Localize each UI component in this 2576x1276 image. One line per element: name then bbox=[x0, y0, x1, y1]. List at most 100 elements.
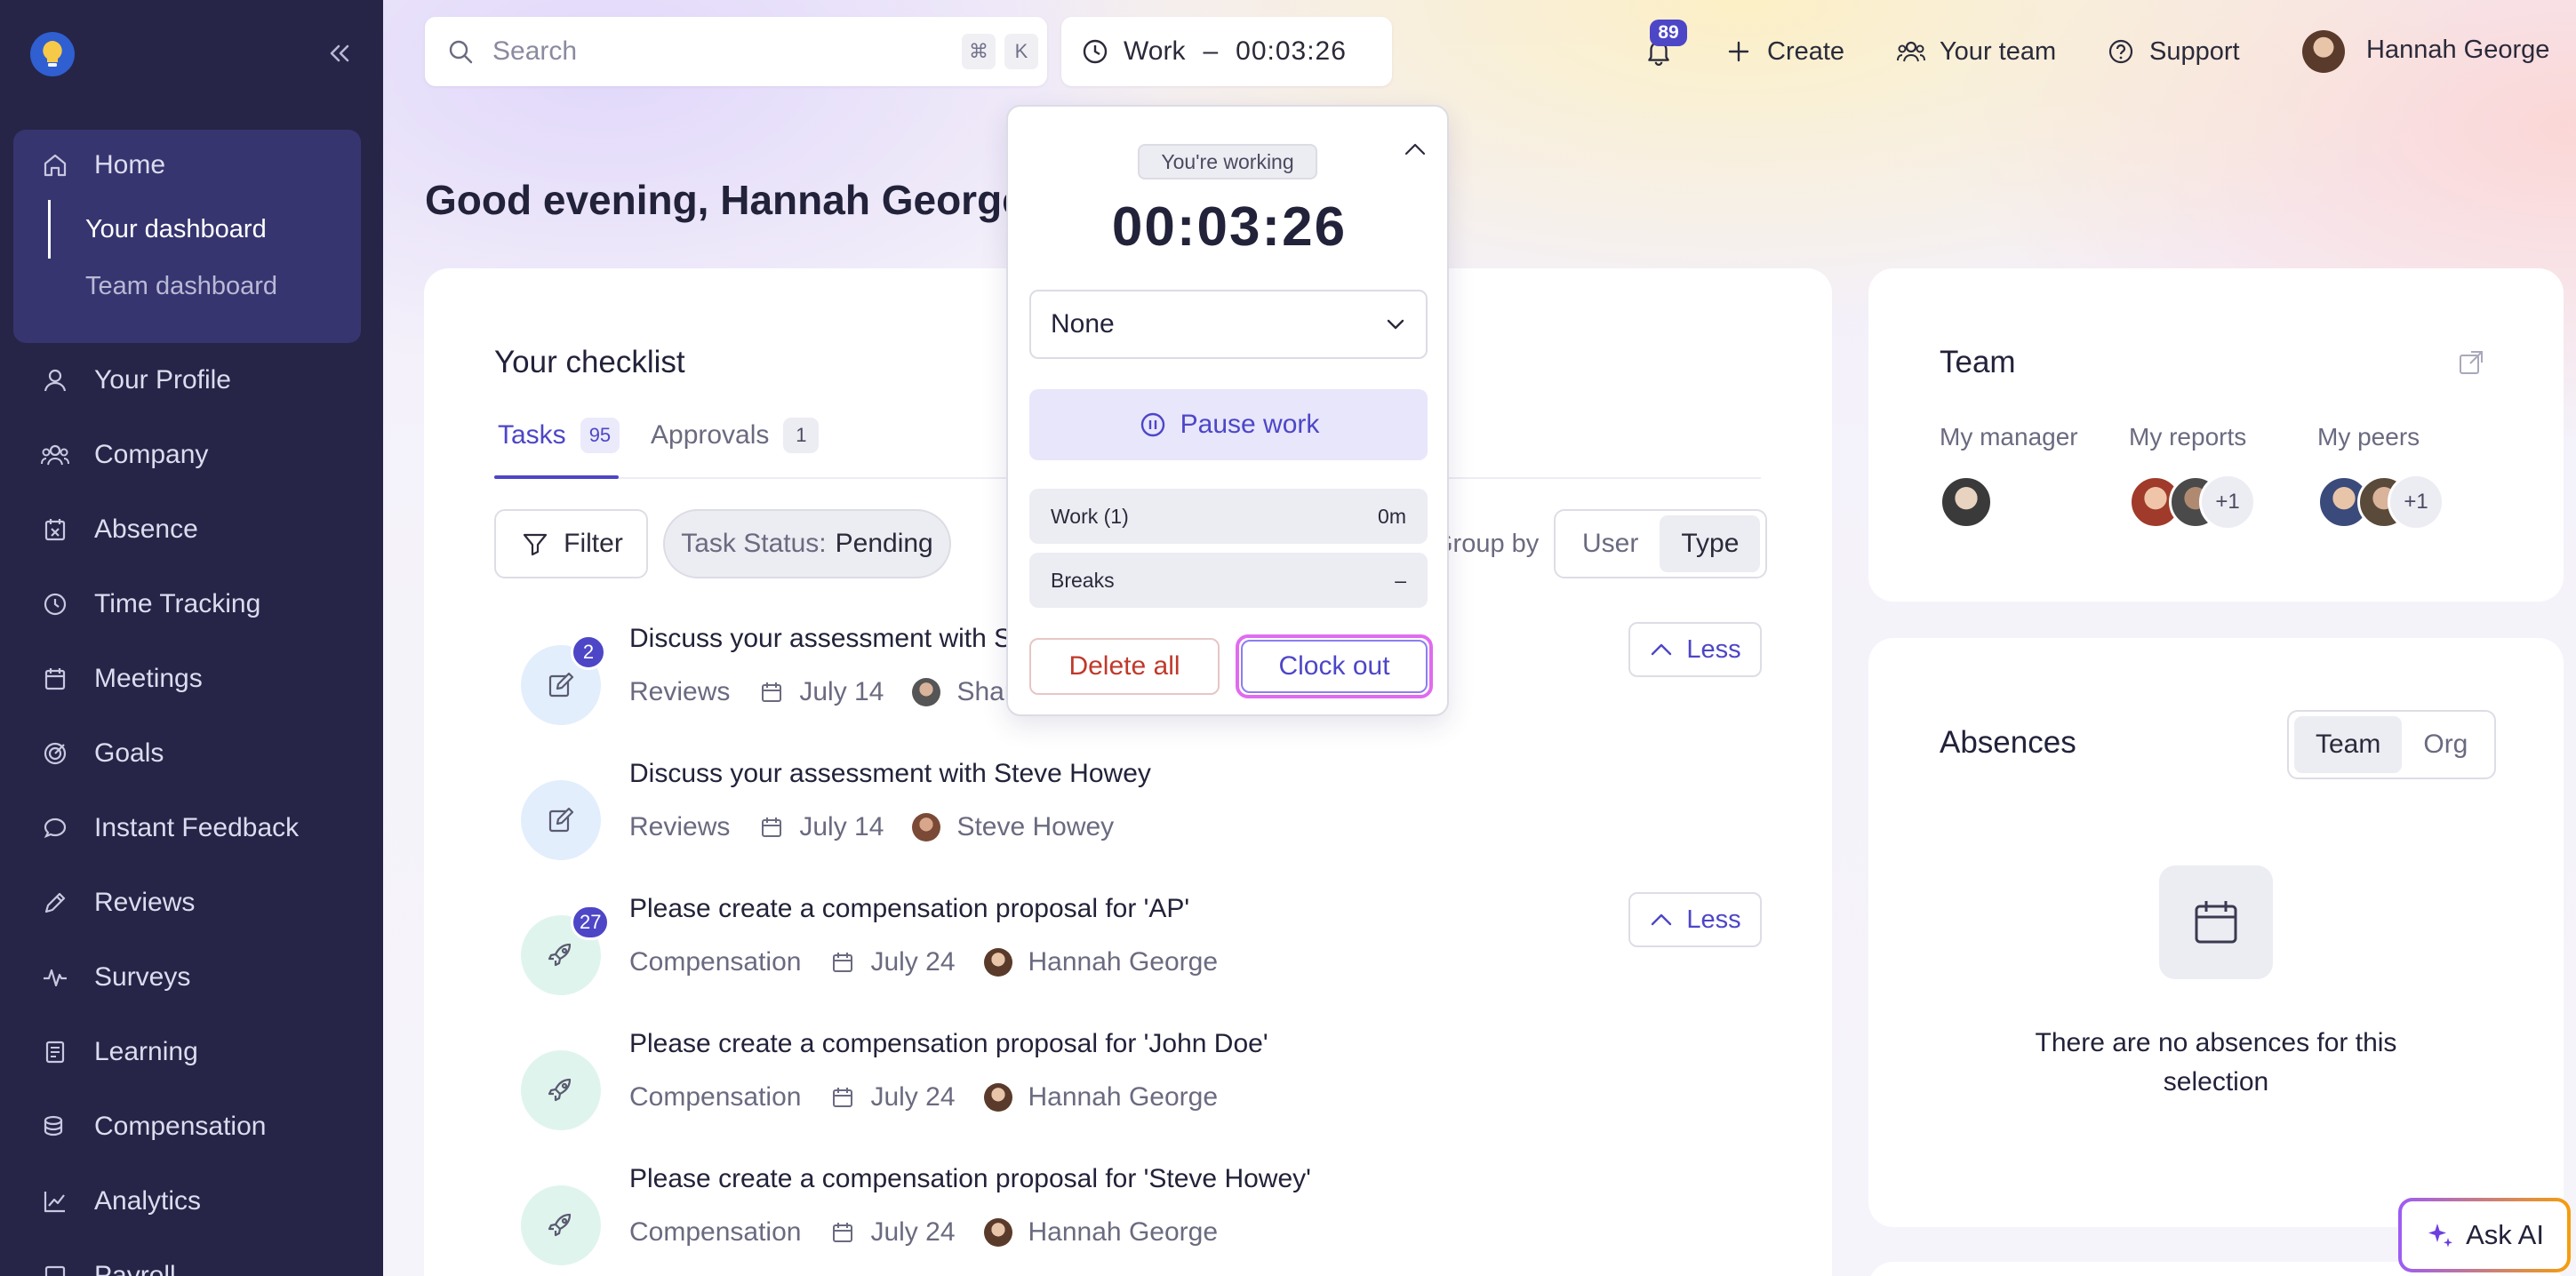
sidebar-item-label: Learning bbox=[94, 1037, 198, 1066]
collapse-popover-button[interactable] bbox=[1399, 133, 1431, 165]
task-status-filter-chip[interactable]: Task Status: Pending bbox=[663, 509, 951, 578]
task-title[interactable]: Discuss your assessment with Sh bbox=[629, 624, 1027, 654]
more-reports-badge[interactable]: +1 bbox=[2199, 474, 2256, 530]
sidebar-item-label: Meetings bbox=[94, 664, 203, 693]
chevron-up-icon bbox=[1404, 143, 1426, 156]
project-select[interactable]: None bbox=[1029, 290, 1428, 359]
collapse-sidebar-button[interactable] bbox=[322, 36, 357, 71]
filter-icon bbox=[519, 528, 551, 560]
app-logo[interactable] bbox=[30, 32, 75, 76]
rocket-icon bbox=[548, 1078, 572, 1102]
task-row[interactable]: Discuss your assessment with Steve Howey… bbox=[521, 759, 1765, 874]
tab-tasks[interactable]: Tasks 95 bbox=[498, 418, 620, 453]
sidebar-item-learning[interactable]: Learning bbox=[39, 1031, 198, 1073]
task-title[interactable]: Discuss your assessment with Steve Howey bbox=[629, 759, 1151, 789]
pause-work-label: Pause work bbox=[1180, 410, 1320, 439]
active-sub-indicator bbox=[48, 200, 51, 259]
task-row[interactable]: Please create a compensation proposal fo… bbox=[521, 1029, 1765, 1144]
task-count-badge: 27 bbox=[571, 905, 611, 940]
ask-ai-label: Ask AI bbox=[2466, 1219, 2544, 1250]
your-team-button[interactable]: Your team bbox=[1895, 30, 2056, 73]
sidebar-item-time-tracking[interactable]: Time Tracking bbox=[39, 583, 260, 626]
pause-circle-icon bbox=[1138, 410, 1168, 440]
task-date: July 14 bbox=[799, 677, 884, 706]
delete-all-button[interactable]: Delete all bbox=[1029, 638, 1220, 695]
external-link-icon[interactable] bbox=[2455, 347, 2487, 379]
sidebar-item-analytics[interactable]: Analytics bbox=[39, 1180, 201, 1223]
chevron-down-icon bbox=[1387, 319, 1404, 330]
clock-out-button[interactable]: Clock out bbox=[1236, 634, 1433, 698]
rocket-icon bbox=[548, 1213, 572, 1237]
sidebar-item-surveys[interactable]: Surveys bbox=[39, 956, 190, 999]
task-meta: Reviews July 14 Shan bbox=[629, 677, 1020, 707]
group-by-type-option[interactable]: Type bbox=[1660, 515, 1761, 572]
task-meta: Reviews July 14 Steve Howey bbox=[629, 812, 1114, 842]
sidebar-item-payroll[interactable]: Payroll bbox=[39, 1255, 176, 1276]
sidebar-item-home[interactable]: Home bbox=[39, 144, 165, 187]
sidebar-item-your-profile[interactable]: Your Profile bbox=[39, 359, 231, 402]
status-chip-key: Task Status: bbox=[681, 529, 827, 558]
person-avatar bbox=[983, 1083, 1012, 1112]
working-status-badge: You're working bbox=[1138, 144, 1317, 179]
work-timer-button[interactable]: Work – 00:03:26 bbox=[1061, 17, 1392, 86]
timer-label: Work bbox=[1124, 36, 1186, 66]
support-button[interactable]: Support bbox=[2105, 30, 2240, 73]
row-label: Breaks bbox=[1051, 568, 1115, 592]
notification-count-badge: 89 bbox=[1650, 20, 1687, 46]
my-peers-label: My peers bbox=[2317, 423, 2420, 451]
create-button[interactable]: Create bbox=[1723, 30, 1844, 73]
task-meta: Compensation July 24 Hannah George bbox=[629, 1082, 1218, 1113]
pause-work-button[interactable]: Pause work bbox=[1029, 389, 1428, 460]
tab-label: Approvals bbox=[651, 420, 770, 450]
calendar-icon bbox=[829, 1084, 856, 1111]
manager-avatar[interactable] bbox=[1940, 475, 1993, 529]
sidebar-item-compensation[interactable]: Compensation bbox=[39, 1105, 266, 1148]
sparkle-icon bbox=[2425, 1220, 2455, 1250]
chat-bubble-icon bbox=[39, 812, 71, 844]
payroll-icon bbox=[39, 1260, 71, 1276]
sidebar-item-label: Analytics bbox=[94, 1186, 202, 1216]
tab-approvals[interactable]: Approvals 1 bbox=[651, 418, 820, 453]
users-icon bbox=[1895, 36, 1927, 68]
task-title[interactable]: Please create a compensation proposal fo… bbox=[629, 1029, 1268, 1059]
task-category: Compensation bbox=[629, 947, 802, 977]
task-person: Steve Howey bbox=[956, 812, 1115, 841]
ask-ai-button[interactable]: Ask AI bbox=[2398, 1198, 2571, 1272]
clock-out-label: Clock out bbox=[1241, 640, 1428, 693]
less-button[interactable]: Less bbox=[1628, 892, 1762, 947]
group-by-user-option[interactable]: User bbox=[1561, 515, 1660, 572]
filter-button[interactable]: Filter bbox=[494, 509, 648, 578]
pencil-icon bbox=[39, 887, 71, 919]
sidebar-item-label: Compensation bbox=[94, 1112, 267, 1141]
filter-label: Filter bbox=[564, 529, 623, 558]
my-manager-label: My manager bbox=[1940, 423, 2078, 451]
more-peers-badge[interactable]: +1 bbox=[2388, 474, 2444, 530]
absences-org-option[interactable]: Org bbox=[2402, 716, 2489, 773]
shortcut-key-k: K bbox=[1004, 34, 1038, 69]
tab-label: Tasks bbox=[498, 420, 566, 450]
sidebar-item-label: Reviews bbox=[94, 888, 196, 917]
task-title[interactable]: Please create a compensation proposal fo… bbox=[629, 894, 1189, 924]
sidebar-item-absence[interactable]: Absence bbox=[39, 508, 198, 551]
home-icon bbox=[39, 149, 71, 181]
sidebar-item-meetings[interactable]: Meetings bbox=[39, 658, 203, 700]
user-avatar[interactable] bbox=[2302, 30, 2345, 73]
sidebar-sub-team-dashboard[interactable]: Team dashboard bbox=[85, 272, 277, 301]
sidebar-item-company[interactable]: Company bbox=[39, 434, 208, 476]
sidebar-sub-your-dashboard[interactable]: Your dashboard bbox=[85, 215, 267, 244]
user-name[interactable]: Hannah George bbox=[2366, 36, 2549, 65]
search-bar[interactable]: Search ⌘ K bbox=[425, 17, 1047, 86]
sidebar-item-goals[interactable]: Goals bbox=[39, 732, 164, 775]
create-label: Create bbox=[1767, 36, 1845, 66]
sidebar-item-label: Time Tracking bbox=[94, 589, 261, 618]
task-title[interactable]: Please create a compensation proposal fo… bbox=[629, 1164, 1311, 1194]
task-row[interactable]: 27 Please create a compensation proposal… bbox=[521, 894, 1765, 1009]
less-button[interactable]: Less bbox=[1628, 622, 1762, 677]
absences-scope-toggle: Team Org bbox=[2287, 710, 2497, 779]
sidebar-item-reviews[interactable]: Reviews bbox=[39, 881, 195, 924]
task-row[interactable]: Please create a compensation proposal fo… bbox=[521, 1164, 1765, 1276]
sidebar-item-instant-feedback[interactable]: Instant Feedback bbox=[39, 807, 299, 849]
page-greeting: Good evening, Hannah George! bbox=[425, 177, 1039, 223]
absences-team-option[interactable]: Team bbox=[2294, 716, 2403, 773]
sidebar-item-label: Instant Feedback bbox=[94, 813, 300, 842]
